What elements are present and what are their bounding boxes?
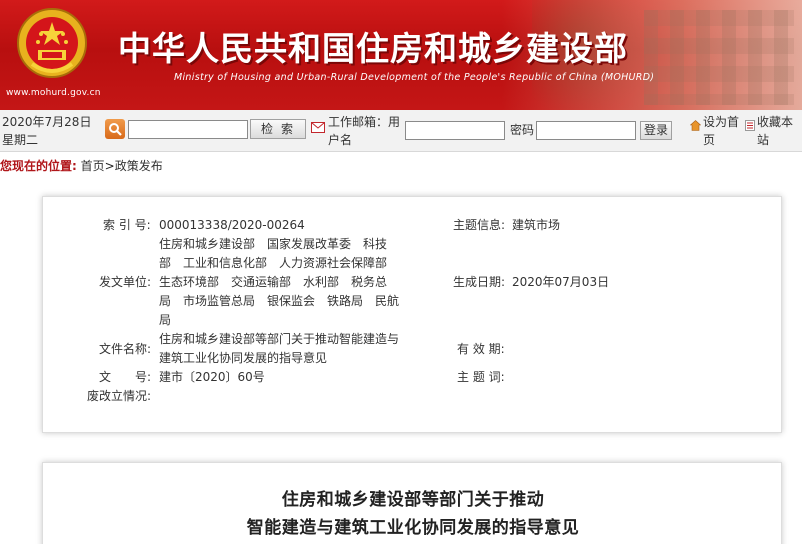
mail-icon (311, 122, 325, 133)
mail-username-label: 工作邮箱：用户名 (328, 115, 401, 147)
validity-label: 有 效 期: (457, 342, 505, 356)
password-label: 密码 (510, 123, 535, 137)
username-input[interactable] (405, 121, 505, 140)
search-icon[interactable] (105, 119, 125, 139)
site-subtitle: Ministry of Housing and Urban-Rural Deve… (174, 72, 655, 83)
document-number-value: 建市〔2020〕60号 (159, 370, 265, 384)
revision-status-label: 废改立情况: (87, 389, 152, 403)
password-input[interactable] (536, 121, 636, 140)
set-homepage-link[interactable]: 设为首页 (703, 113, 745, 149)
add-favorite-link[interactable]: 收藏本站 (757, 113, 801, 149)
home-icon (690, 120, 701, 131)
issuer-label: 发文单位: (99, 275, 152, 289)
issuer-line: 局 市场监管总局 银保监会 铁路局 民航 (159, 294, 400, 308)
site-title: 中华人民共和国住房和城乡建设部 (118, 29, 628, 68)
keywords-label: 主 题 词: (457, 370, 505, 384)
national-emblem-icon (17, 8, 87, 78)
banner-building-decoration (644, 10, 794, 105)
generated-date-label: 生成日期: (453, 275, 506, 289)
generated-date-value: 2020年07月03日 (512, 275, 610, 289)
document-metadata-panel: 索 引 号: 000013338/2020-00264 主题信息: 建筑市场 发… (42, 196, 782, 433)
search-input[interactable] (128, 120, 248, 139)
article-panel: 住房和城乡建设部等部门关于推动 智能建造与建筑工业化协同发展的指导意见 (42, 462, 782, 544)
breadcrumb-current-link[interactable]: 政策发布 (115, 159, 163, 173)
index-number-label: 索 引 号: (103, 218, 151, 232)
issuer-line: 局 (159, 313, 172, 327)
issuer-line: 生态环境部 交通运输部 水利部 税务总 (159, 275, 388, 289)
breadcrumb-label: 您现在的位置: (0, 159, 77, 173)
topic-info-value: 建筑市场 (512, 218, 561, 232)
current-date: 2020年7月28日 星期二 (2, 115, 92, 147)
bookmark-icon (745, 120, 755, 131)
article-title-line-2: 智能建造与建筑工业化协同发展的指导意见 (246, 518, 580, 538)
index-number-value: 000013338/2020-00264 (159, 218, 305, 232)
site-url: www.mohurd.gov.cn (6, 88, 101, 98)
search-button[interactable]: 检索 (250, 119, 306, 139)
document-number-label: 文 号: (99, 370, 152, 384)
topic-info-label: 主题信息: (453, 218, 506, 232)
document-name-label: 文件名称: (99, 342, 152, 356)
top-toolbar: 2020年7月28日 星期二 检索 工作邮箱：用户名 密码 登录 设为首页 收藏… (0, 110, 802, 152)
breadcrumb: 您现在的位置: 首页>政策发布 (0, 157, 163, 175)
article-title-line-1: 住房和城乡建设部等部门关于推动 (281, 490, 545, 510)
issuer-line: 住房和城乡建设部 国家发展改革委 科技 (159, 237, 388, 251)
breadcrumb-home-link[interactable]: 首页 (81, 159, 105, 173)
issuer-line: 部 工业和信息化部 人力资源社会保障部 (159, 256, 388, 270)
document-name-line: 住房和城乡建设部等部门关于推动智能建造与 (159, 332, 400, 346)
login-button[interactable]: 登录 (640, 121, 672, 140)
breadcrumb-separator: > (104, 159, 115, 173)
site-banner: www.mohurd.gov.cn 中华人民共和国住房和城乡建设部 Minist… (0, 0, 802, 110)
document-name-line: 建筑工业化协同发展的指导意见 (159, 351, 328, 365)
